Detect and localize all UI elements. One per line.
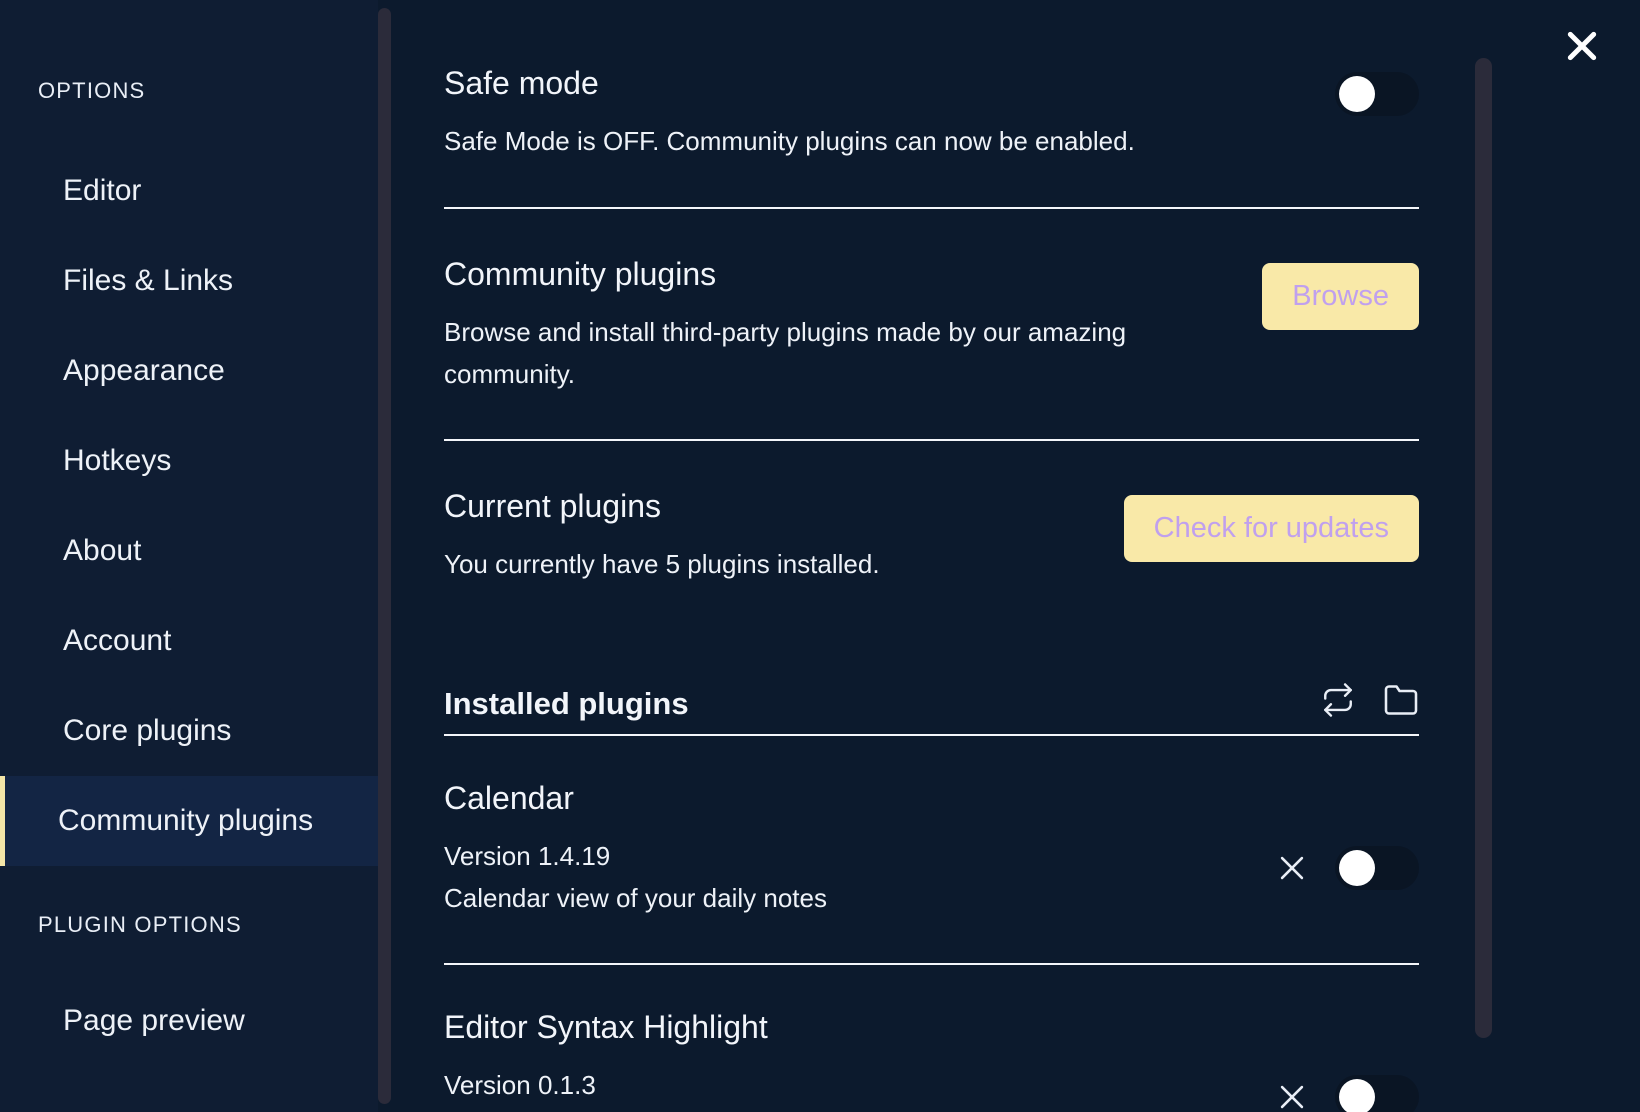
plugin-enable-toggle[interactable] (1335, 1075, 1419, 1112)
sidebar-item-label: Core plugins (63, 714, 231, 748)
main-scrollbar[interactable] (1475, 58, 1492, 1038)
sidebar-item-appearance[interactable]: Appearance (0, 326, 378, 416)
installed-plugin-item: Calendar Version 1.4.19 Calendar view of… (444, 736, 1419, 919)
setting-title: Current plugins (444, 485, 1098, 528)
sidebar-item-label: Hotkeys (63, 444, 171, 478)
sidebar-item-page-preview[interactable]: Page preview (0, 976, 378, 1066)
plugin-enable-toggle[interactable] (1335, 846, 1419, 890)
plugin-name: Editor Syntax Highlight (444, 1009, 768, 1046)
divider (444, 207, 1419, 209)
sidebar-item-label: Files & Links (63, 264, 233, 298)
sidebar-item-label: Account (63, 624, 171, 658)
plugin-name: Calendar (444, 780, 827, 817)
setting-control: Browse (1262, 253, 1419, 330)
installed-plugins-title: Installed plugins (444, 686, 689, 722)
setting-info: Community plugins Browse and install thi… (444, 253, 1144, 395)
plugin-controls (1275, 1009, 1419, 1112)
setting-description: Safe Mode is OFF. Community plugins can … (444, 121, 1144, 163)
plugin-version: Version 0.1.3 (444, 1064, 768, 1106)
sidebar-scrollbar[interactable] (378, 8, 391, 1104)
setting-info: Current plugins You currently have 5 plu… (444, 485, 1098, 586)
setting-info: Safe mode Safe Mode is OFF. Community pl… (444, 62, 1144, 163)
plugin-description: Calendar view of your daily notes (444, 877, 827, 919)
sidebar-item-label: Page preview (63, 1004, 245, 1038)
setting-description: You currently have 5 plugins installed. (444, 544, 1098, 586)
setting-title: Safe mode (444, 62, 1144, 105)
sidebar-item-label: About (63, 534, 141, 568)
installed-plugins-header: Installed plugins (444, 682, 1419, 736)
toggle-knob (1339, 76, 1375, 112)
sidebar-item-core-plugins[interactable]: Core plugins (0, 686, 378, 776)
safe-mode-toggle[interactable] (1335, 72, 1419, 116)
settings-content: Safe mode Safe Mode is OFF. Community pl… (444, 0, 1419, 1112)
setting-community-plugins: Community plugins Browse and install thi… (444, 253, 1419, 395)
setting-description: Browse and install third-party plugins m… (444, 312, 1144, 395)
plugin-info: Calendar Version 1.4.19 Calendar view of… (444, 780, 827, 919)
browse-button[interactable]: Browse (1262, 263, 1419, 330)
setting-control: Check for updates (1124, 485, 1419, 562)
divider (444, 439, 1419, 441)
plugin-version: Version 1.4.19 (444, 835, 827, 877)
sidebar-item-label: Editor (63, 174, 141, 208)
settings-main-panel: Safe mode Safe Mode is OFF. Community pl… (378, 0, 1640, 1112)
sidebar-heading-plugin-options: PLUGIN OPTIONS (0, 912, 378, 938)
plugin-info: Editor Syntax Highlight Version 0.1.3 (444, 1009, 768, 1106)
toggle-knob (1339, 850, 1375, 886)
sidebar-item-label: Appearance (63, 354, 225, 388)
setting-current-plugins: Current plugins You currently have 5 plu… (444, 485, 1419, 586)
check-for-updates-button[interactable]: Check for updates (1124, 495, 1419, 562)
folder-icon[interactable] (1383, 682, 1419, 718)
toggle-knob (1339, 1079, 1375, 1112)
settings-modal: OPTIONS Editor Files & Links Appearance … (0, 0, 1640, 1112)
plugin-controls (1275, 780, 1419, 890)
installed-plugin-item: Editor Syntax Highlight Version 0.1.3 (444, 965, 1419, 1112)
sidebar-item-account[interactable]: Account (0, 596, 378, 686)
setting-control (1335, 62, 1419, 116)
uninstall-plugin-icon[interactable] (1275, 1080, 1309, 1112)
reload-icon[interactable] (1321, 683, 1355, 717)
settings-sidebar: OPTIONS Editor Files & Links Appearance … (0, 0, 378, 1112)
setting-title: Community plugins (444, 253, 1144, 296)
sidebar-item-label: Community plugins (58, 804, 313, 838)
sidebar-heading-options: OPTIONS (0, 78, 378, 104)
installed-plugins-actions (1321, 682, 1419, 722)
sidebar-item-editor[interactable]: Editor (0, 146, 378, 236)
close-icon[interactable] (1558, 22, 1606, 70)
sidebar-item-hotkeys[interactable]: Hotkeys (0, 416, 378, 506)
sidebar-item-community-plugins[interactable]: Community plugins (0, 776, 378, 866)
sidebar-item-files-and-links[interactable]: Files & Links (0, 236, 378, 326)
setting-safe-mode: Safe mode Safe Mode is OFF. Community pl… (444, 62, 1419, 163)
uninstall-plugin-icon[interactable] (1275, 851, 1309, 885)
sidebar-item-about[interactable]: About (0, 506, 378, 596)
